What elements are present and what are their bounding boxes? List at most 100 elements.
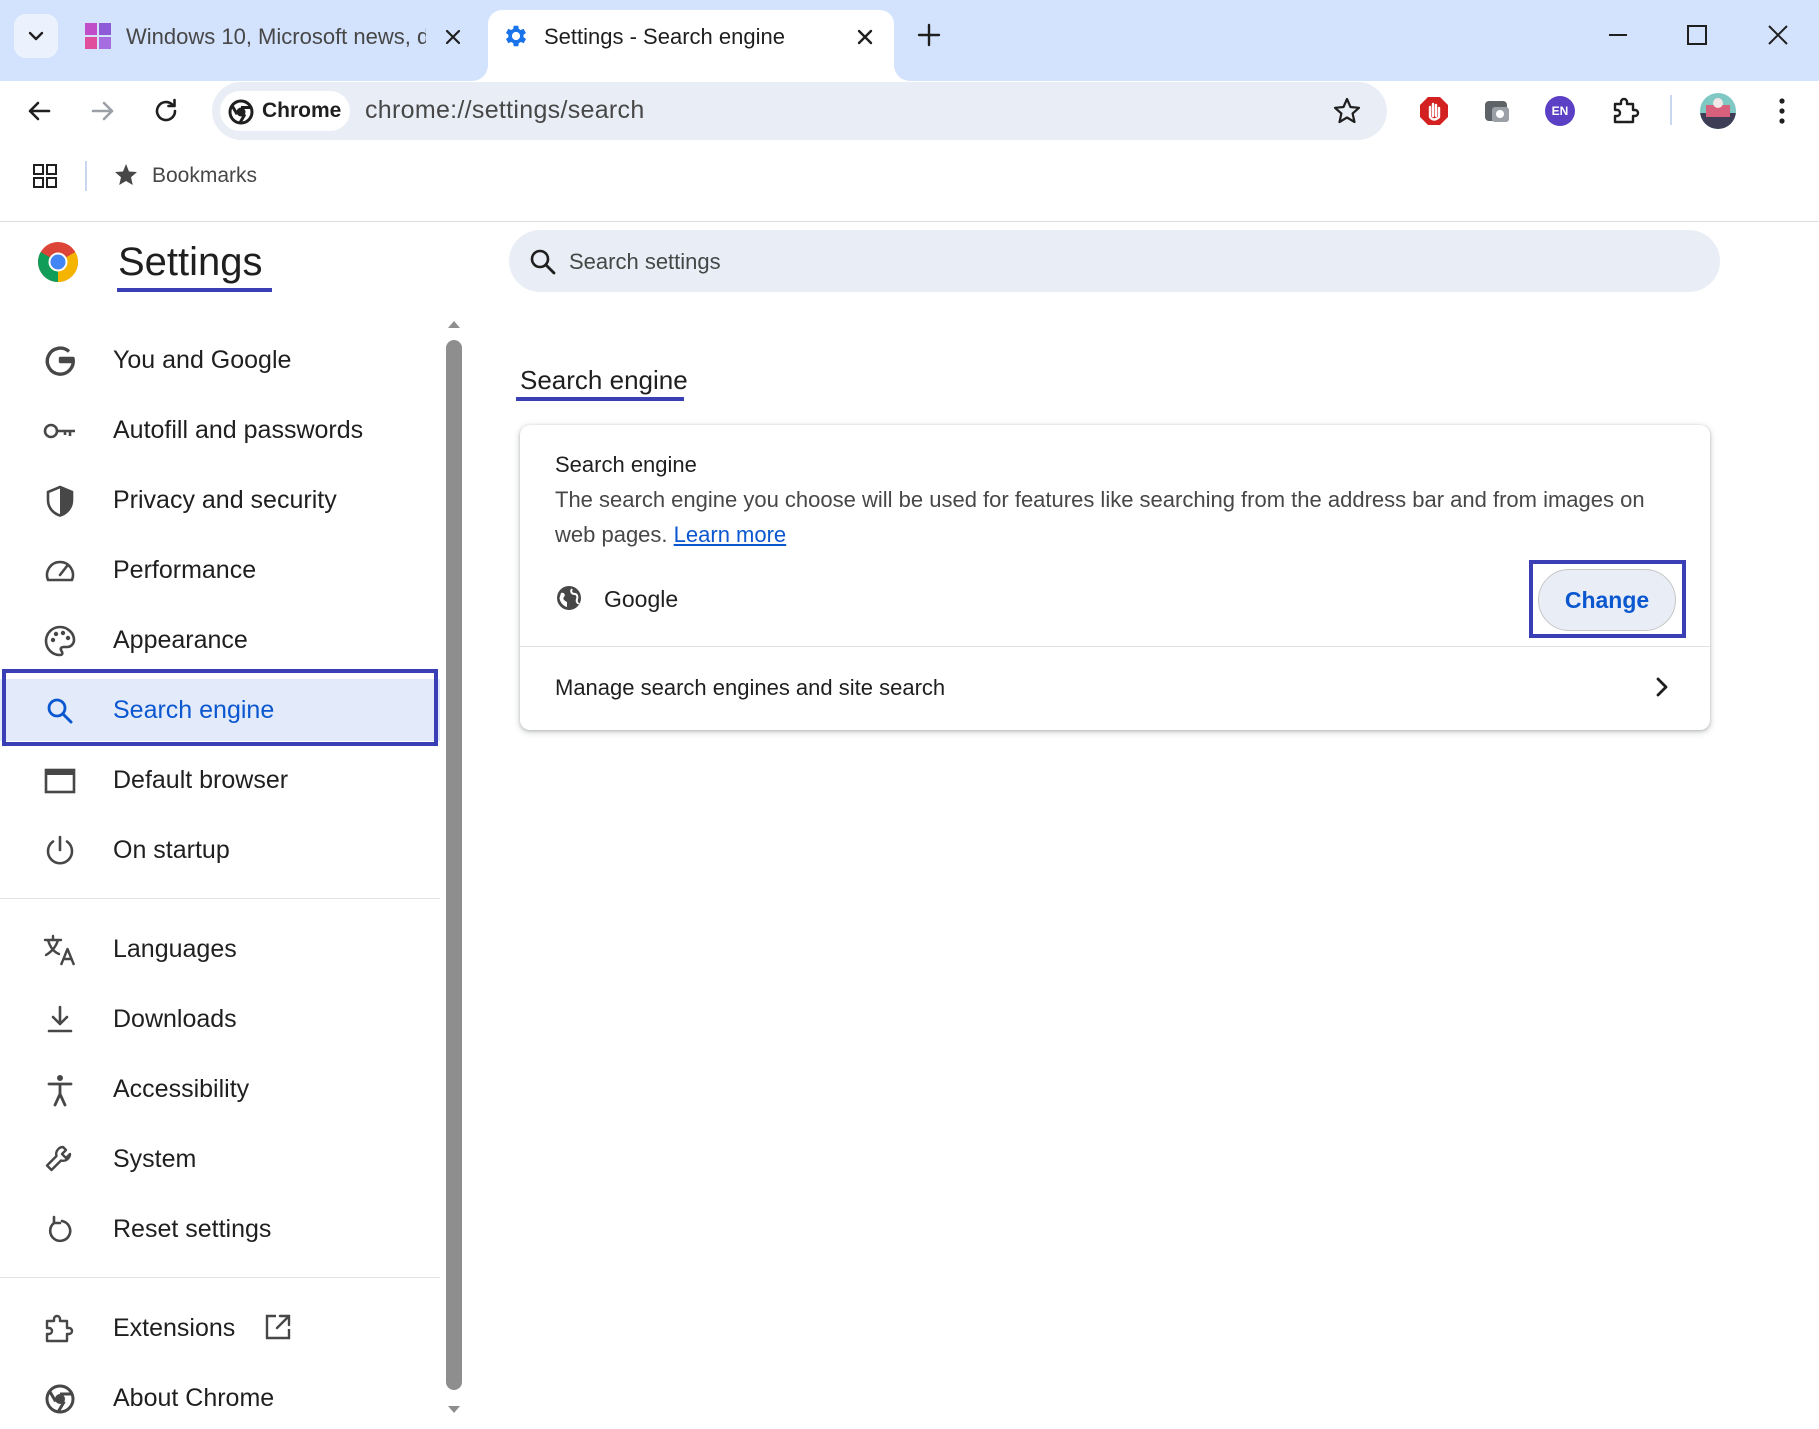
bookmark-star-icon[interactable] <box>1332 96 1362 126</box>
sidebar-item-default-browser[interactable]: Default browser <box>0 749 440 811</box>
sidebar-item-performance[interactable]: Performance <box>0 539 440 601</box>
sidebar-item-label: About Chrome <box>113 1384 275 1412</box>
reset-icon <box>42 1212 78 1248</box>
sidebar-item-downloads[interactable]: Downloads <box>0 988 440 1050</box>
chevron-down-icon <box>26 26 46 46</box>
bookmarks-star-icon <box>113 162 139 188</box>
sidebar-item-label: Appearance <box>113 626 248 654</box>
reload-icon[interactable] <box>151 96 181 126</box>
sidebar-item-label: Extensions <box>113 1314 236 1342</box>
sidebar-item-on-startup[interactable]: On startup <box>0 819 440 881</box>
annotation-highlight-box <box>2 669 438 746</box>
sidebar-divider <box>0 898 440 899</box>
annotation-underline <box>117 288 272 292</box>
manage-search-engines-row[interactable]: Manage search engines and site search <box>520 647 1710 729</box>
adblock-hand-icon[interactable] <box>1418 95 1450 127</box>
new-tab-plus-icon[interactable] <box>916 22 942 48</box>
bookmarks-folder[interactable]: Bookmarks <box>152 164 257 188</box>
wrench-icon <box>42 1142 78 1178</box>
forward-arrow-icon[interactable] <box>88 96 118 126</box>
sidebar-item-label: Performance <box>113 556 257 584</box>
sidebar-item-label: Default browser <box>113 766 289 794</box>
toolbar-divider <box>1670 95 1672 125</box>
site-info-chip[interactable]: Chrome <box>220 91 350 131</box>
sidebar-scrollbar-thumb[interactable] <box>446 340 462 1390</box>
section-title: Search engine <box>520 365 688 395</box>
maximize-icon[interactable] <box>1686 24 1708 46</box>
window-close-icon[interactable] <box>1766 23 1790 47</box>
tab-settings[interactable]: Settings - Search engine <box>488 10 894 81</box>
sidebar-item-label: System <box>113 1145 197 1173</box>
sidebar-item-label: On startup <box>113 836 230 864</box>
sidebar-item-label: Languages <box>113 935 237 963</box>
url-text[interactable]: chrome://settings/search <box>365 96 645 125</box>
sidebar-item-system[interactable]: System <box>0 1128 440 1190</box>
card-description: The search engine you choose will be use… <box>555 482 1685 552</box>
sidebar-item-label: You and Google <box>113 346 292 374</box>
windows-tile-icon <box>84 22 112 50</box>
kebab-menu-icon[interactable] <box>1768 95 1796 127</box>
chrome-logo-icon <box>36 240 80 284</box>
close-icon[interactable] <box>854 26 876 48</box>
chrome-outline-icon <box>42 1381 78 1417</box>
palette-icon <box>42 623 78 659</box>
search-icon <box>529 248 557 276</box>
avatar[interactable] <box>1700 93 1736 129</box>
speedometer-icon <box>42 553 78 589</box>
sidebar-item-extensions[interactable]: Extensions <box>0 1297 440 1359</box>
gear-icon <box>502 22 530 50</box>
sidebar-item-label: Accessibility <box>113 1075 250 1103</box>
sidebar-item-label: Autofill and passwords <box>113 416 364 444</box>
learn-more-link[interactable]: Learn more <box>674 522 787 547</box>
tab-title: Windows 10, Microsoft news, d <box>126 24 426 49</box>
sidebar-item-reset[interactable]: Reset settings <box>0 1198 440 1260</box>
sidebar-item-accessibility[interactable]: Accessibility <box>0 1058 440 1120</box>
download-icon <box>42 1002 78 1038</box>
back-arrow-icon[interactable] <box>24 96 54 126</box>
chrome-logo-icon <box>228 99 254 125</box>
description-line: web pages. <box>555 522 668 547</box>
sidebar-item-privacy[interactable]: Privacy and security <box>0 469 440 531</box>
annotation-underline <box>516 397 684 401</box>
sidebar-item-languages[interactable]: Languages <box>0 918 440 980</box>
translate-icon <box>42 932 78 968</box>
annotation-highlight-box <box>1529 560 1686 638</box>
open-in-new-icon <box>262 1311 294 1343</box>
bookmarks-divider <box>85 161 87 191</box>
browser-window-icon <box>42 763 78 799</box>
tab-windows-news[interactable]: Windows 10, Microsoft news, d <box>70 10 480 70</box>
tab-corner <box>472 65 488 81</box>
search-placeholder: Search settings <box>569 249 721 274</box>
power-icon <box>42 833 78 869</box>
search-settings-input[interactable]: Search settings <box>509 230 1720 292</box>
sidebar-item-about[interactable]: About Chrome <box>0 1367 440 1429</box>
tab-title: Settings - Search engine <box>544 24 785 49</box>
sidebar-item-appearance[interactable]: Appearance <box>0 609 440 671</box>
key-icon <box>42 413 78 449</box>
close-icon[interactable] <box>442 26 464 48</box>
language-badge: EN <box>1551 104 1569 118</box>
google-g-icon <box>42 343 78 379</box>
apps-grid-icon[interactable] <box>32 163 58 189</box>
manage-search-engines-label: Manage search engines and site search <box>555 675 946 700</box>
sidebar-item-label: Downloads <box>113 1005 237 1033</box>
sidebar-divider <box>0 1277 440 1278</box>
chevron-right-icon <box>1652 675 1672 699</box>
minimize-icon[interactable] <box>1606 22 1630 46</box>
sidebar-item-autofill[interactable]: Autofill and passwords <box>0 399 440 461</box>
sidebar-item-label: Reset settings <box>113 1215 272 1243</box>
scroll-up-arrow-icon[interactable] <box>446 318 462 330</box>
scroll-down-arrow-icon[interactable] <box>446 1404 462 1416</box>
extension-tool-icon[interactable] <box>1482 96 1512 126</box>
language-extension-icon[interactable]: EN <box>1545 96 1575 126</box>
sidebar-item-label: Privacy and security <box>113 486 337 514</box>
page-title: Settings <box>118 240 263 284</box>
tab-corner <box>894 65 910 81</box>
extensions-puzzle-icon[interactable] <box>1610 95 1642 127</box>
card-heading: Search engine <box>555 452 697 477</box>
sidebar-item-you-and-google[interactable]: You and Google <box>0 329 440 391</box>
accessibility-icon <box>42 1072 78 1108</box>
description-line: The search engine you choose will be use… <box>555 487 1645 512</box>
chip-label: Chrome <box>262 99 342 122</box>
globe-icon <box>555 584 583 612</box>
